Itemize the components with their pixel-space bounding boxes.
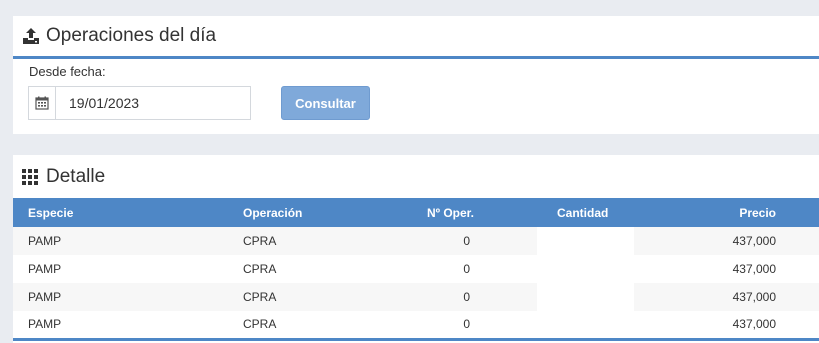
detail-panel-title: Detalle (46, 165, 106, 187)
operations-panel: Operaciones del día Desde fecha: Consult… (13, 16, 819, 134)
cell-noper: 0 (463, 317, 470, 332)
table-row[interactable]: PAMP CPRA 0 437,000 (13, 311, 819, 339)
column-header-precio[interactable]: Precio (634, 198, 819, 227)
cell-cantidad (537, 283, 634, 311)
date-from-input[interactable] (56, 87, 250, 119)
cell-precio: 437,000 (732, 234, 776, 248)
cell-especie: PAMP (28, 317, 62, 332)
cell-precio: 437,000 (732, 262, 776, 276)
upload-tray-icon (22, 27, 40, 45)
cell-operacion: CPRA (243, 234, 277, 248)
cell-precio: 437,000 (732, 290, 776, 304)
cell-cantidad (537, 227, 634, 255)
cell-especie: PAMP (28, 290, 62, 304)
detail-table: Especie Operación Nº Oper. Cantidad Prec… (13, 198, 819, 341)
table-row[interactable]: PAMP CPRA 0 437,000 (13, 255, 819, 283)
column-header-cantidad[interactable]: Cantidad (537, 198, 634, 227)
cell-cantidad (537, 255, 634, 283)
table-row[interactable]: PAMP CPRA 0 437,000 (13, 283, 819, 311)
date-from-label: Desde fecha: (29, 64, 106, 79)
cell-especie: PAMP (28, 234, 62, 248)
cell-operacion: CPRA (243, 290, 277, 304)
cell-cantidad (537, 311, 634, 339)
cell-noper: 0 (463, 262, 470, 276)
cell-operacion: CPRA (243, 317, 277, 332)
consultar-button[interactable]: Consultar (281, 86, 370, 120)
column-header-operacion[interactable]: Operación (227, 198, 407, 227)
date-from-group (28, 86, 251, 120)
grid-icon (22, 168, 40, 186)
calendar-icon[interactable] (29, 87, 56, 119)
operations-panel-header: Operaciones del día (13, 16, 819, 59)
table-row[interactable]: PAMP CPRA 0 437,000 (13, 227, 819, 255)
column-header-especie[interactable]: Especie (13, 198, 227, 227)
cell-precio: 437,000 (732, 317, 776, 332)
cell-noper: 0 (463, 234, 470, 248)
cell-operacion: CPRA (243, 262, 277, 276)
detail-panel-header: Detalle (13, 155, 819, 198)
cell-especie: PAMP (28, 262, 62, 276)
operations-panel-title: Operaciones del día (46, 25, 217, 46)
cell-noper: 0 (463, 290, 470, 304)
table-header-row: Especie Operación Nº Oper. Cantidad Prec… (13, 198, 819, 227)
detail-panel: Detalle Especie Operación Nº Oper. Canti… (13, 155, 819, 343)
column-header-noper[interactable]: Nº Oper. (407, 198, 537, 227)
